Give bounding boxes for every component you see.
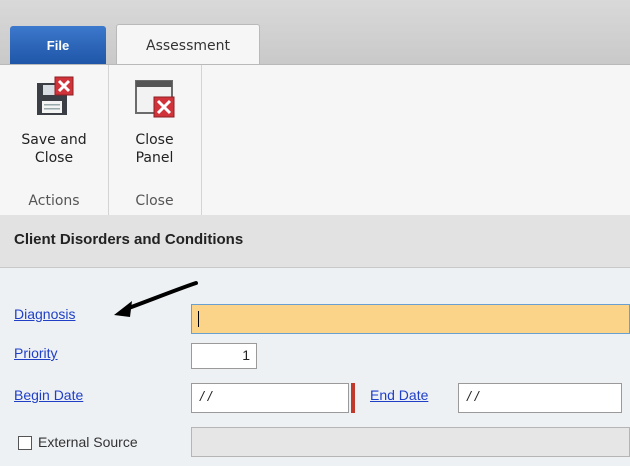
ribbon-group-actions: Save and Close Actions (0, 65, 109, 215)
save-and-close-label-1: Save and (21, 132, 87, 148)
save-and-close-icon (37, 76, 74, 115)
external-source-checkbox[interactable] (18, 436, 32, 450)
section-title: Client Disorders and Conditions (14, 231, 244, 248)
client-disorders-panel: Client Disorders and Conditions Diagnosi… (0, 215, 630, 466)
priority-input[interactable]: 1 (191, 343, 257, 369)
group-label-actions: Actions (28, 193, 80, 209)
begin-date-input[interactable]: / / (191, 383, 349, 413)
close-panel-button[interactable]: Close Panel (108, 71, 201, 167)
save-and-close-label-2: Close (34, 150, 74, 166)
external-source-input (191, 427, 630, 457)
tab-file[interactable]: File (10, 26, 106, 64)
end-date-input[interactable]: / / (458, 383, 622, 413)
close-panel-icon (134, 80, 174, 118)
ribbon-tab-bar: File Assessment (0, 0, 630, 67)
save-and-close-button[interactable]: Save and Close (0, 71, 108, 167)
end-date-link[interactable]: End Date (370, 387, 428, 403)
diagnosis-link[interactable]: Diagnosis (14, 306, 75, 322)
group-label-close: Close (135, 193, 174, 209)
close-panel-label-1: Close (135, 132, 174, 148)
external-source-label: External Source (38, 434, 138, 450)
diagnosis-input[interactable] (191, 304, 630, 334)
ribbon-group-close: Close Panel Close (108, 65, 202, 215)
ribbon: Save and Close Actions Close Panel Close (0, 64, 630, 216)
annotation-arrow-icon (114, 281, 198, 317)
begin-date-link[interactable]: Begin Date (14, 387, 83, 403)
tab-assessment[interactable]: Assessment (116, 24, 260, 67)
close-panel-label-2: Panel (135, 150, 174, 166)
priority-link[interactable]: Priority (14, 345, 58, 361)
section-header: Client Disorders and Conditions (0, 215, 630, 268)
required-marker (351, 383, 355, 413)
